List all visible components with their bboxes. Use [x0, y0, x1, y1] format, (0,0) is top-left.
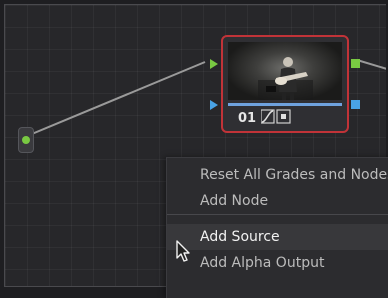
alpha-input-port[interactable]	[210, 100, 218, 110]
rgb-input-port[interactable]	[210, 59, 218, 69]
node-tool-icons	[260, 109, 301, 129]
mouse-cursor-icon	[176, 240, 190, 262]
rgb-output-port[interactable]	[351, 59, 360, 68]
node-thumbnail	[228, 42, 342, 100]
source-input-node[interactable]	[18, 127, 34, 153]
menu-item-reset-all-grades[interactable]: Reset All Grades and Nodes	[167, 162, 388, 188]
menu-item-add-source[interactable]: Add Source	[167, 224, 388, 250]
lut-icon	[276, 109, 291, 124]
guitarist-image	[258, 57, 313, 100]
menu-item-add-node[interactable]: Add Node	[167, 188, 388, 214]
context-menu: Reset All Grades and Nodes Add Node Add …	[166, 157, 388, 298]
menu-item-add-alpha-output[interactable]: Add Alpha Output	[167, 250, 388, 276]
alpha-output-port[interactable]	[351, 100, 360, 109]
input-connection-line	[26, 61, 206, 137]
output-connection-line	[356, 59, 386, 70]
curve-icon	[260, 109, 275, 124]
menu-separator	[167, 214, 388, 215]
node-progress-bar	[228, 103, 342, 106]
corrector-node[interactable]: 01	[221, 35, 349, 133]
node-number-label: 01	[238, 111, 257, 126]
